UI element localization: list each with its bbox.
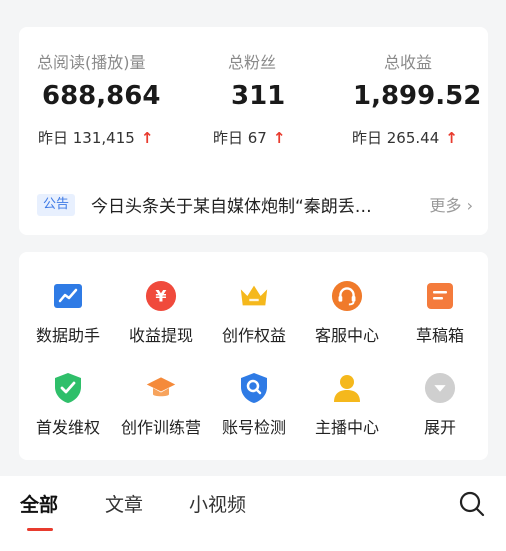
- tool-label: 主播中心: [314, 418, 379, 437]
- active-tab-indicator: [27, 528, 53, 531]
- shield-icon: [52, 372, 84, 404]
- tool-training-camp[interactable]: 创作训练营: [114, 372, 208, 452]
- stat-label: 总阅读(播放)量: [37, 53, 146, 72]
- trend-up-icon: ↑: [445, 129, 458, 147]
- search-check-icon: [238, 372, 270, 404]
- stat-yesterday-text: 昨日 67: [213, 129, 267, 147]
- stat-yesterday: 昨日 67 ↑: [213, 127, 285, 148]
- headset-icon: [331, 280, 363, 312]
- tool-label: 创作训练营: [120, 418, 201, 437]
- tool-label: 数据助手: [35, 326, 100, 345]
- tool-data-assistant[interactable]: 数据助手: [21, 280, 115, 360]
- trend-up-icon: ↑: [272, 129, 286, 147]
- tool-label: 草稿箱: [415, 326, 464, 345]
- stat-value: 311: [231, 81, 286, 111]
- stat-yesterday: 昨日 131,415 ↑: [38, 127, 153, 148]
- tool-label: 展开: [423, 418, 456, 437]
- tool-label: 创作权益: [221, 326, 286, 345]
- stats-card: 总阅读(播放)量 688,864 昨日 131,415 ↑ 总粉丝 311 昨日 …: [19, 27, 488, 235]
- chart-icon: [52, 280, 84, 312]
- tab-articles[interactable]: 文章: [105, 490, 143, 517]
- graduation-cap-icon: [145, 372, 177, 404]
- notice-more-link[interactable]: 更多 ›: [430, 192, 474, 216]
- tool-customer-service[interactable]: 客服中心: [300, 280, 394, 360]
- stat-yesterday-text: 昨日 131,415: [38, 129, 135, 147]
- tool-drafts[interactable]: 草稿箱: [393, 280, 487, 360]
- trend-up-icon: ↑: [140, 129, 154, 147]
- tool-expand[interactable]: 展开: [393, 372, 487, 452]
- search-icon[interactable]: [458, 490, 486, 518]
- crown-icon: [238, 280, 270, 312]
- stat-yesterday: 昨日 265.44 ↑: [352, 127, 458, 148]
- tool-account-check[interactable]: 账号检测: [207, 372, 301, 452]
- yuan-icon: ¥: [145, 280, 177, 312]
- tool-original-protection[interactable]: 首发维权: [21, 372, 115, 452]
- stat-label: 总粉丝: [228, 53, 277, 72]
- notice-text[interactable]: 今日头条关于某自媒体炮制“秦朗丢…: [91, 192, 372, 217]
- tool-earnings-withdraw[interactable]: ¥ 收益提现: [114, 280, 208, 360]
- tools-grid: 数据助手 ¥ 收益提现 创作权益 客服中心 草稿箱 首发维权 创作训练营 账号检…: [19, 252, 488, 460]
- stat-yesterday-text: 昨日 265.44: [352, 129, 440, 147]
- tool-anchor-center[interactable]: 主播中心: [300, 372, 394, 452]
- tool-creator-rights[interactable]: 创作权益: [207, 280, 301, 360]
- stat-label: 总收益: [384, 53, 433, 72]
- expand-icon: [424, 372, 456, 404]
- tab-all[interactable]: 全部: [20, 490, 58, 517]
- tool-label: 账号检测: [221, 418, 286, 437]
- tool-label: 首发维权: [35, 418, 100, 437]
- tool-label: 收益提现: [128, 326, 193, 345]
- notice-bar[interactable]: 公告 今日头条关于某自媒体炮制“秦朗丢… 更多 ›: [37, 192, 474, 217]
- stat-value: 688,864: [42, 81, 161, 111]
- tool-label: 客服中心: [314, 326, 379, 345]
- tab-short-videos[interactable]: 小视频: [189, 490, 246, 517]
- content-tabs: 全部 文章 小视频: [0, 476, 506, 551]
- person-icon: [331, 372, 363, 404]
- svg-text:¥: ¥: [155, 287, 166, 306]
- notice-badge: 公告: [37, 194, 75, 216]
- draft-icon: [424, 280, 456, 312]
- stat-value: 1,899.52: [353, 81, 482, 111]
